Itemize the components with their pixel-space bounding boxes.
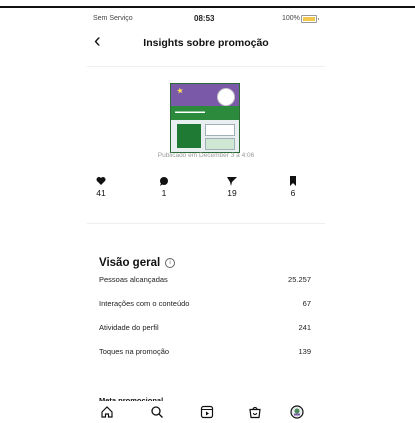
shares-metric: 19 [217, 176, 247, 198]
info-icon[interactable]: i [165, 258, 175, 268]
row-label: Atividade do perfil [99, 323, 159, 332]
page-title: Insights sobre promoção [143, 37, 269, 49]
search-icon[interactable] [150, 405, 164, 419]
overview-row[interactable]: Pessoas alcançadas 25.257 [99, 275, 311, 289]
header: ‹ Insights sobre promoção [87, 31, 325, 57]
saves-metric: 6 [278, 176, 308, 198]
bookmark-icon [290, 176, 296, 186]
likes-count: 41 [96, 188, 106, 198]
comment-icon [160, 177, 168, 186]
share-icon [227, 177, 237, 186]
bottom-nav [87, 401, 325, 423]
saves-count: 6 [290, 188, 296, 198]
engagement-metrics: 41 1 19 6 [87, 176, 325, 210]
section-divider [87, 223, 325, 224]
row-label: Toques na promoção [99, 347, 170, 356]
row-value: 139 [298, 347, 311, 356]
promotion-thumbnail[interactable]: ★ ▬▬▬▬▬▬ [170, 83, 240, 153]
overview-row[interactable]: Atividade do perfil 241 [99, 323, 311, 337]
overview-row[interactable]: Toques na promoção 139 [99, 347, 311, 361]
carrier-label: Sem Serviço [93, 15, 133, 22]
shop-icon[interactable] [248, 405, 262, 419]
row-label: Pessoas alcançadas [99, 275, 168, 284]
header-divider [87, 66, 325, 67]
phone-screen: Sem Serviço 08:53 100% ‹ Insights sobre … [87, 9, 325, 423]
row-value: 241 [298, 323, 311, 332]
likes-metric: 41 [87, 176, 116, 198]
overview-row[interactable]: Interações com o conteúdo 67 [99, 299, 311, 313]
row-label: Interações com o conteúdo [99, 299, 190, 308]
comments-metric: 1 [149, 176, 179, 198]
profile-icon[interactable] [290, 405, 304, 419]
home-icon[interactable] [100, 405, 114, 419]
shares-count: 19 [227, 188, 237, 198]
battery-percentage: 100% [282, 15, 300, 22]
comments-count: 1 [161, 188, 167, 198]
overview-title: Visão geral [99, 257, 161, 269]
status-bar: Sem Serviço 08:53 100% [87, 9, 325, 27]
window-top-border [0, 6, 415, 8]
clock: 08:53 [194, 14, 215, 23]
battery-icon [301, 15, 319, 23]
row-value: 25.257 [288, 275, 311, 284]
published-date: Publicado em December 3 a 4:06 [157, 152, 255, 159]
reels-icon[interactable] [200, 405, 214, 419]
row-value: 67 [302, 299, 311, 308]
heart-icon [96, 177, 106, 185]
